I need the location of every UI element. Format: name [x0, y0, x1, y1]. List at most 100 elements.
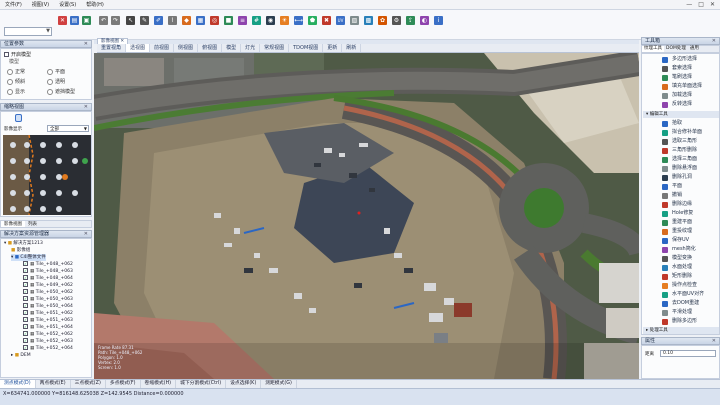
tree-node-images[interactable]: ■ 影像组 [11, 247, 30, 254]
close-icon[interactable]: ✕ [84, 41, 88, 48]
mesh-icon[interactable]: ▦ [196, 16, 205, 25]
mode-three-point[interactable]: 三点模式(Z) [71, 380, 106, 388]
checkbox-icon[interactable]: ✓ [23, 345, 28, 350]
tab-front[interactable]: 前视图 [150, 44, 175, 52]
tool-smooth[interactable]: 平滑处理 [660, 308, 716, 317]
list-item[interactable]: ✓ ▦ Tile_+048_+064 [23, 275, 73, 282]
tab-perspective[interactable]: 透视图 [126, 44, 151, 52]
maximize-button[interactable]: □ [698, 1, 704, 8]
minimize-button[interactable]: — [686, 1, 692, 8]
checkbox-icon[interactable]: ✓ [23, 261, 28, 266]
close-icon[interactable]: ✕ [712, 338, 716, 345]
tree-node-dem[interactable]: ▸ ■ DEM [11, 352, 31, 359]
tab-texture[interactable]: 纹理工具 [642, 46, 664, 52]
wireframe-icon[interactable]: ▧ [350, 16, 359, 25]
tool-fit-patch[interactable]: 拟合修补单面 [660, 128, 716, 137]
project-combo[interactable]: ▼ [4, 27, 52, 36]
tool-reproject-texture[interactable]: 重投纹理 [660, 227, 716, 236]
tool-undo[interactable]: 撤销 [660, 191, 716, 200]
3d-viewport[interactable]: Frame Rate 87.31 Path: Tile_+048_+062 Po… [94, 53, 639, 379]
pen-icon[interactable]: ✐ [154, 16, 163, 25]
tab-list[interactable]: 列表 [25, 221, 40, 227]
settings-icon[interactable]: ⚙ [392, 16, 401, 25]
tool-mesh-simplify[interactable]: mesh简化 [660, 245, 716, 254]
checkbox-icon[interactable]: ✓ [23, 268, 28, 273]
checkbox-icon[interactable]: ✓ [23, 338, 28, 343]
list-item[interactable]: ✓ ▦ Tile_+049_+062 [23, 282, 73, 289]
pick-icon[interactable]: ✎ [140, 16, 149, 25]
list-item[interactable]: ✓ ▦ Tile_+048_+062 [23, 261, 73, 268]
checkbox-icon[interactable]: ✓ [23, 303, 28, 308]
list-item[interactable]: ✓ ▦ Tile_+051_+064 [23, 324, 73, 331]
tool-load-select[interactable]: 加载选择 [660, 91, 716, 100]
tab-image-view[interactable]: 影像视图 [1, 221, 25, 227]
tab-light[interactable]: 灯光 [241, 44, 261, 52]
tab-side[interactable]: 侧视图 [174, 44, 199, 52]
mode-shrink[interactable]: 卷缩模式(H) [141, 380, 177, 388]
option-display[interactable]: 显示 [7, 88, 25, 95]
list-item[interactable]: ✓ ▦ Tile_+052_+064 [23, 345, 73, 352]
delete-icon[interactable]: ✖ [322, 16, 331, 25]
tab-common[interactable]: 通用 [688, 46, 701, 52]
menu-file[interactable]: 文件(F) [0, 1, 27, 8]
tab-normal[interactable]: 常规视图 [260, 44, 290, 52]
list-item[interactable]: ✓ ▦ Tile_+050_+063 [23, 296, 73, 303]
checkbox-icon[interactable]: ✓ [23, 275, 28, 280]
checkbox-icon[interactable]: ✓ [23, 324, 28, 329]
tab-refresh[interactable]: 刷新 [342, 44, 362, 52]
list-item[interactable]: ✓ ▦ Tile_+050_+064 [23, 303, 73, 310]
redo-icon[interactable]: ↷ [111, 16, 120, 25]
tab-reset-view[interactable]: 重置视角 [97, 44, 127, 52]
filter-select[interactable]: 全部 ▼ [47, 125, 89, 132]
info-icon[interactable]: i [434, 16, 443, 25]
paint-icon[interactable]: ✿ [378, 16, 387, 25]
tab-update[interactable]: 更新 [323, 44, 343, 52]
mode-two-point[interactable]: 两点模式(E) [36, 380, 71, 388]
slider-handle[interactable] [15, 114, 22, 122]
option-occlusion[interactable]: 遮挡模型 [47, 88, 75, 95]
mode-point[interactable]: 测点模式(D) [0, 380, 36, 388]
tool-hole-repair[interactable]: Hole修复 [660, 209, 716, 218]
camera-icon[interactable]: ◉ [266, 16, 275, 25]
tab-top[interactable]: 俯视图 [198, 44, 223, 52]
tool-uv-align[interactable]: 水平面UV对齐 [660, 290, 716, 299]
tool-model-transform[interactable]: 模型变换 [660, 254, 716, 263]
save-icon[interactable]: ▣ [82, 16, 91, 25]
close-icon[interactable]: ✕ [84, 104, 88, 111]
distance-input[interactable]: 0.10 [660, 350, 716, 357]
checkbox-icon[interactable]: ✓ [23, 331, 28, 336]
undo-icon[interactable]: ↶ [99, 16, 108, 25]
tool-polygon-select[interactable]: 多边形选择 [660, 55, 716, 64]
list-item[interactable]: ✓ ▦ Tile_+048_+063 [23, 268, 73, 275]
tool-delete-polygon[interactable]: 删除多边形 [660, 317, 716, 326]
close-file-icon[interactable]: ✕ [58, 16, 67, 25]
checkbox-icon[interactable]: ✓ [23, 296, 28, 301]
option-normal[interactable]: 正常 [7, 68, 25, 75]
list-item[interactable]: ✓ ▦ Tile_+051_+062 [23, 310, 73, 317]
close-icon[interactable]: ✕ [84, 231, 88, 238]
tool-brush-select[interactable]: 笔刷选择 [660, 73, 716, 82]
tool-dom-rebuild[interactable]: 去DOM重建 [660, 299, 716, 308]
tool-select-face[interactable]: 选择三角面 [660, 155, 716, 164]
tab-model[interactable]: 模型 [222, 44, 242, 52]
layer-icon[interactable]: ≡ [238, 16, 247, 25]
uv-icon[interactable]: UV [336, 16, 345, 25]
select-icon[interactable]: ↖ [126, 16, 135, 25]
tree-root[interactable]: ▾ ■ 解决方案1213 [4, 240, 43, 247]
grid-icon[interactable]: # [252, 16, 261, 25]
tool-rebuild-plane[interactable]: 重建平面 [660, 218, 716, 227]
checkbox-icon[interactable]: ✓ [23, 317, 28, 322]
target-icon[interactable]: ◎ [210, 16, 219, 25]
close-icon[interactable]: ✕ [712, 38, 716, 45]
menu-view[interactable]: 视图(V) [27, 1, 54, 8]
measure-icon[interactable]: ⟷ [294, 16, 303, 25]
group-process-tools[interactable]: ▸ 处理工具 [643, 327, 719, 334]
menu-help[interactable]: 帮助(H) [81, 1, 109, 8]
tool-select-triangle[interactable]: 选取三角形 [660, 137, 716, 146]
tool-rect-delete[interactable]: 矩形删除 [660, 272, 716, 281]
list-item[interactable]: ✓ ▦ Tile_+051_+063 [23, 317, 73, 324]
tool-plane[interactable]: 平面 [660, 182, 716, 191]
tab-dom[interactable]: DOM处理 [664, 46, 688, 52]
list-item[interactable]: ✓ ▦ Tile_+050_+062 [23, 289, 73, 296]
mode-split[interactable]: 城下分割模式(Ctrl) [176, 380, 227, 388]
